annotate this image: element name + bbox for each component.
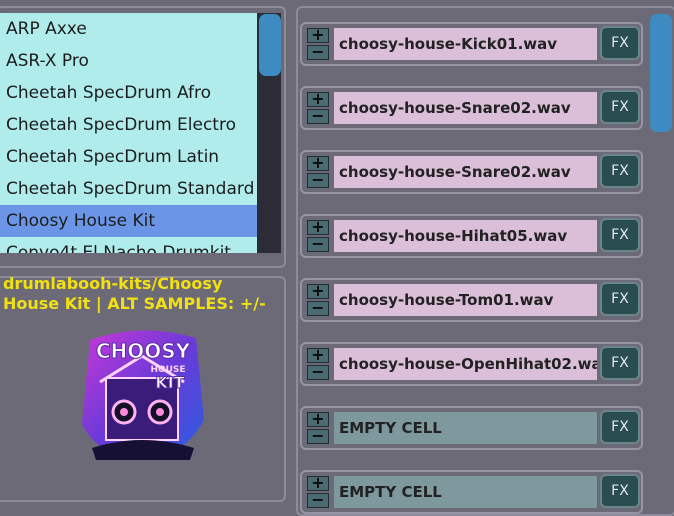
kit-list-item[interactable]: Cheetah SpecDrum Latin: [0, 141, 257, 173]
plus-button[interactable]: +: [307, 155, 329, 171]
fx-button[interactable]: FX: [600, 474, 640, 508]
kit-list-item[interactable]: ARP Axxe: [0, 13, 257, 45]
pad-list-scroll-thumb[interactable]: [650, 14, 672, 132]
kit-list[interactable]: ARP Axxe ASR-X Pro Cheetah SpecDrum Afro…: [0, 13, 257, 253]
pad-row: + − choosy-house-Snare02.wav FX: [300, 150, 643, 194]
sample-name-field[interactable]: choosy-house-Kick01.wav: [334, 28, 597, 60]
sample-name-field[interactable]: EMPTY CELL: [334, 412, 597, 444]
plus-button[interactable]: +: [307, 27, 329, 43]
kit-list-item[interactable]: Cheetah SpecDrum Electro: [0, 109, 257, 141]
plus-button[interactable]: +: [307, 411, 329, 427]
pad-row: + − EMPTY CELL FX: [300, 470, 643, 514]
alt-sample-stepper: + −: [307, 347, 329, 380]
pad-row: + − choosy-house-OpenHihat02.wav FX: [300, 342, 643, 386]
alt-sample-stepper: + −: [307, 219, 329, 252]
alt-sample-stepper: + −: [307, 411, 329, 444]
fx-button[interactable]: FX: [600, 90, 640, 124]
alt-sample-stepper: + −: [307, 155, 329, 188]
fx-button[interactable]: FX: [600, 282, 640, 316]
sample-name-field[interactable]: EMPTY CELL: [334, 476, 597, 508]
kit-path-label: drumlabooh-kits/Choosy House Kit | ALT S…: [3, 274, 266, 313]
plus-button[interactable]: +: [307, 91, 329, 107]
sample-name-field[interactable]: choosy-house-Hihat05.wav: [334, 220, 597, 252]
sample-name-field[interactable]: choosy-house-Snare02.wav: [334, 92, 597, 124]
sample-name-field[interactable]: choosy-house-Tom01.wav: [334, 284, 597, 316]
kit-list-item[interactable]: Cheetah SpecDrum Afro: [0, 77, 257, 109]
pad-row: + − choosy-house-Kick01.wav FX: [300, 22, 643, 66]
minus-button[interactable]: −: [307, 172, 329, 188]
pad-row: + − EMPTY CELL FX: [300, 406, 643, 450]
alt-sample-stepper: + −: [307, 475, 329, 508]
minus-button[interactable]: −: [307, 44, 329, 60]
kit-list-item[interactable]: ASR-X Pro: [0, 45, 257, 77]
fx-button[interactable]: FX: [600, 410, 640, 444]
cover-title-line3: KIT: [155, 373, 184, 392]
kit-list-item[interactable]: Cheetah SpecDrum Standard: [0, 173, 257, 205]
plus-button[interactable]: +: [307, 347, 329, 363]
plus-button[interactable]: +: [307, 219, 329, 235]
minus-button[interactable]: −: [307, 492, 329, 508]
cover-title-line1: CHOOSY: [96, 339, 191, 363]
minus-button[interactable]: −: [307, 428, 329, 444]
fx-button[interactable]: FX: [600, 26, 640, 60]
minus-button[interactable]: −: [307, 300, 329, 316]
kit-list-scroll-thumb[interactable]: [259, 14, 281, 76]
sample-name-field[interactable]: choosy-house-OpenHihat02.wav: [334, 348, 597, 380]
pad-row: + − choosy-house-Tom01.wav FX: [300, 278, 643, 322]
kit-list-item-selected[interactable]: Choosy House Kit: [0, 205, 257, 237]
alt-sample-stepper: + −: [307, 91, 329, 124]
fx-button[interactable]: FX: [600, 218, 640, 252]
minus-button[interactable]: −: [307, 236, 329, 252]
sample-name-field[interactable]: choosy-house-Snare02.wav: [334, 156, 597, 188]
pad-row: + − choosy-house-Hihat05.wav FX: [300, 214, 643, 258]
fx-button[interactable]: FX: [600, 346, 640, 380]
minus-button[interactable]: −: [307, 108, 329, 124]
kit-list-item[interactable]: Convo4t El Nacho Drumkit: [0, 237, 257, 253]
plus-button[interactable]: +: [307, 475, 329, 491]
minus-button[interactable]: −: [307, 364, 329, 380]
kit-cover-image: CHOOSY HOUSE KIT: [82, 330, 204, 460]
plus-button[interactable]: +: [307, 283, 329, 299]
pad-row: + − choosy-house-Snare02.wav FX: [300, 86, 643, 130]
fx-button[interactable]: FX: [600, 154, 640, 188]
alt-sample-stepper: + −: [307, 283, 329, 316]
alt-sample-stepper: + −: [307, 27, 329, 60]
